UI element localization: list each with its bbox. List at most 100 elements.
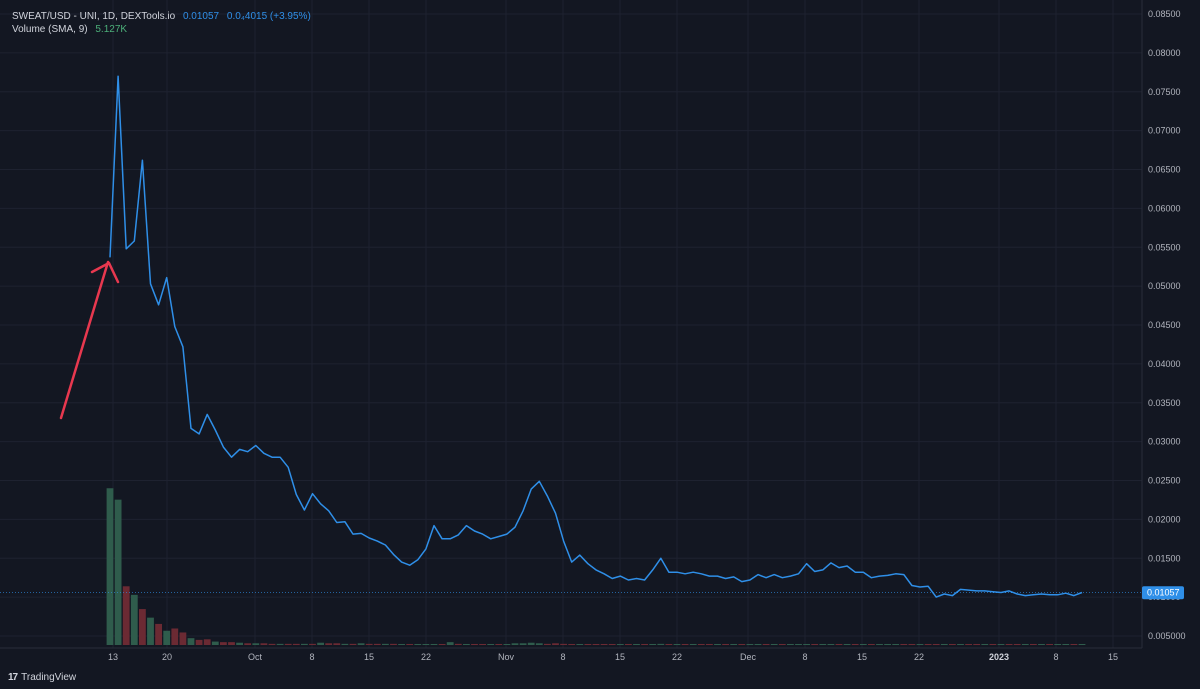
volume-bar <box>697 644 705 645</box>
volume-bar <box>122 586 130 645</box>
volume-bar <box>535 643 543 645</box>
time-tick-label: 15 <box>1108 652 1118 662</box>
volume-bar <box>1046 644 1053 645</box>
volume-bar <box>527 642 535 645</box>
volume-bar <box>179 632 187 645</box>
price-tick-label: 0.05500 <box>1148 242 1181 252</box>
volume-bar <box>633 644 640 645</box>
volume-bar <box>835 644 843 645</box>
volume-bar <box>803 644 810 645</box>
volume-bar <box>349 643 357 645</box>
price-tick-label: 0.08000 <box>1148 48 1181 58</box>
volume-indicator-label[interactable]: Volume (SMA, 9) <box>12 24 88 35</box>
volume-bar <box>1013 644 1021 645</box>
volume-bar <box>746 644 754 645</box>
volume-bar <box>851 644 859 645</box>
symbol-title[interactable]: SWEAT/USD - UNI, 1D, DEXTools.io <box>12 11 175 22</box>
time-tick-label: 20 <box>162 652 172 662</box>
time-tick-label: 8 <box>1053 652 1058 662</box>
volume-bar <box>689 644 697 645</box>
time-tick-label: 15 <box>615 652 625 662</box>
price-tick-label: 0.03500 <box>1148 398 1181 408</box>
time-tick-label: 22 <box>421 652 431 662</box>
volume-bar <box>608 644 616 645</box>
price-tick-label: 0.06500 <box>1148 165 1181 175</box>
volume-bar <box>811 644 819 645</box>
volume-bar <box>787 644 794 645</box>
time-tick-label: Oct <box>248 652 263 662</box>
time-tick-label: 8 <box>560 652 565 662</box>
volume-bar <box>762 644 770 645</box>
volume-bar <box>770 644 778 645</box>
volume-bar <box>519 643 527 645</box>
volume-bar <box>357 643 365 645</box>
legend-symbol-row[interactable]: SWEAT/USD - UNI, 1D, DEXTools.io 0.01057… <box>12 11 316 23</box>
volume-bar <box>382 643 389 645</box>
volume-bar <box>600 644 608 645</box>
last-price-badge-text: 0.01057 <box>1147 588 1180 598</box>
volume-bar <box>665 644 673 645</box>
volume-bar <box>827 644 835 645</box>
volume-bar <box>284 643 292 645</box>
volume-bar <box>576 644 584 645</box>
price-change-value: 0.0₄4015 (+3.95%) <box>226 11 311 22</box>
volume-bar <box>957 644 964 645</box>
price-tick-label: 0.02500 <box>1148 476 1181 486</box>
time-tick-label: 15 <box>857 652 867 662</box>
volume-bar <box>932 644 940 645</box>
gridlines <box>0 0 1142 648</box>
volume-bar <box>819 644 827 645</box>
tradingview-logo[interactable]: 17 TradingView <box>8 672 76 683</box>
volume-bar <box>738 644 746 645</box>
time-tick-label: 8 <box>802 652 807 662</box>
time-tick-label: 22 <box>672 652 682 662</box>
volume-bar <box>568 644 576 645</box>
volume-bar <box>592 644 600 645</box>
volume-bar <box>1038 644 1045 645</box>
time-tick-label: 13 <box>108 652 118 662</box>
volume-bar <box>147 617 154 645</box>
volume-bar <box>422 644 430 645</box>
volume-bar <box>949 644 956 645</box>
volume-bar <box>333 643 341 645</box>
volume-bar <box>754 644 762 645</box>
volume-bar <box>446 642 454 645</box>
volume-bar <box>900 644 908 645</box>
volume-bar <box>714 644 721 645</box>
volume-bar <box>868 644 875 645</box>
annotation-arrow <box>59 260 120 420</box>
volume-bar <box>365 643 373 645</box>
time-tick-label: Nov <box>498 652 515 662</box>
price-tick-label: 0.05000 <box>1148 281 1181 291</box>
volume-bar <box>203 639 211 645</box>
volume-bar <box>268 643 276 645</box>
volume-bar <box>398 644 405 645</box>
volume-bar <box>495 644 503 645</box>
volume-bar <box>1030 644 1037 645</box>
price-tick-label: 0.03000 <box>1148 437 1181 447</box>
legend-volume-row[interactable]: Volume (SMA, 9) 5.127K <box>12 24 132 36</box>
volume-bar <box>187 638 195 645</box>
chart-canvas[interactable]: 0.08500 0.08000 0.07500 0.07000 0.06500 0.060… <box>0 0 1200 668</box>
price-tick-label: 0.04500 <box>1148 320 1181 330</box>
volume-bar <box>236 642 243 645</box>
volume-bar <box>722 644 729 645</box>
volume-bar <box>155 623 162 645</box>
volume-bar <box>973 644 981 645</box>
volume-bar <box>884 644 891 645</box>
time-axis[interactable]: 13 20 Oct 8 15 22 Nov 8 15 22 Dec 8 15 22 2023 8 15 <box>108 652 1118 662</box>
volume-bar <box>795 644 802 645</box>
volume-bar <box>997 644 1005 645</box>
volume-bar <box>171 628 179 645</box>
volume-bar <box>584 644 592 645</box>
price-axis[interactable]: 0.08500 0.08000 0.07500 0.07000 0.06500 0.060… <box>1148 9 1186 641</box>
price-tick-label: 0.02000 <box>1148 514 1181 524</box>
tradingview-brand-text: TradingView <box>21 672 77 683</box>
volume-bar <box>778 644 786 645</box>
volume-bar <box>1005 644 1013 645</box>
volume-bar <box>560 643 567 645</box>
volume-bar <box>325 643 333 645</box>
volume-bar <box>260 643 268 645</box>
volume-bar <box>114 499 122 645</box>
volume-bar <box>454 643 462 645</box>
